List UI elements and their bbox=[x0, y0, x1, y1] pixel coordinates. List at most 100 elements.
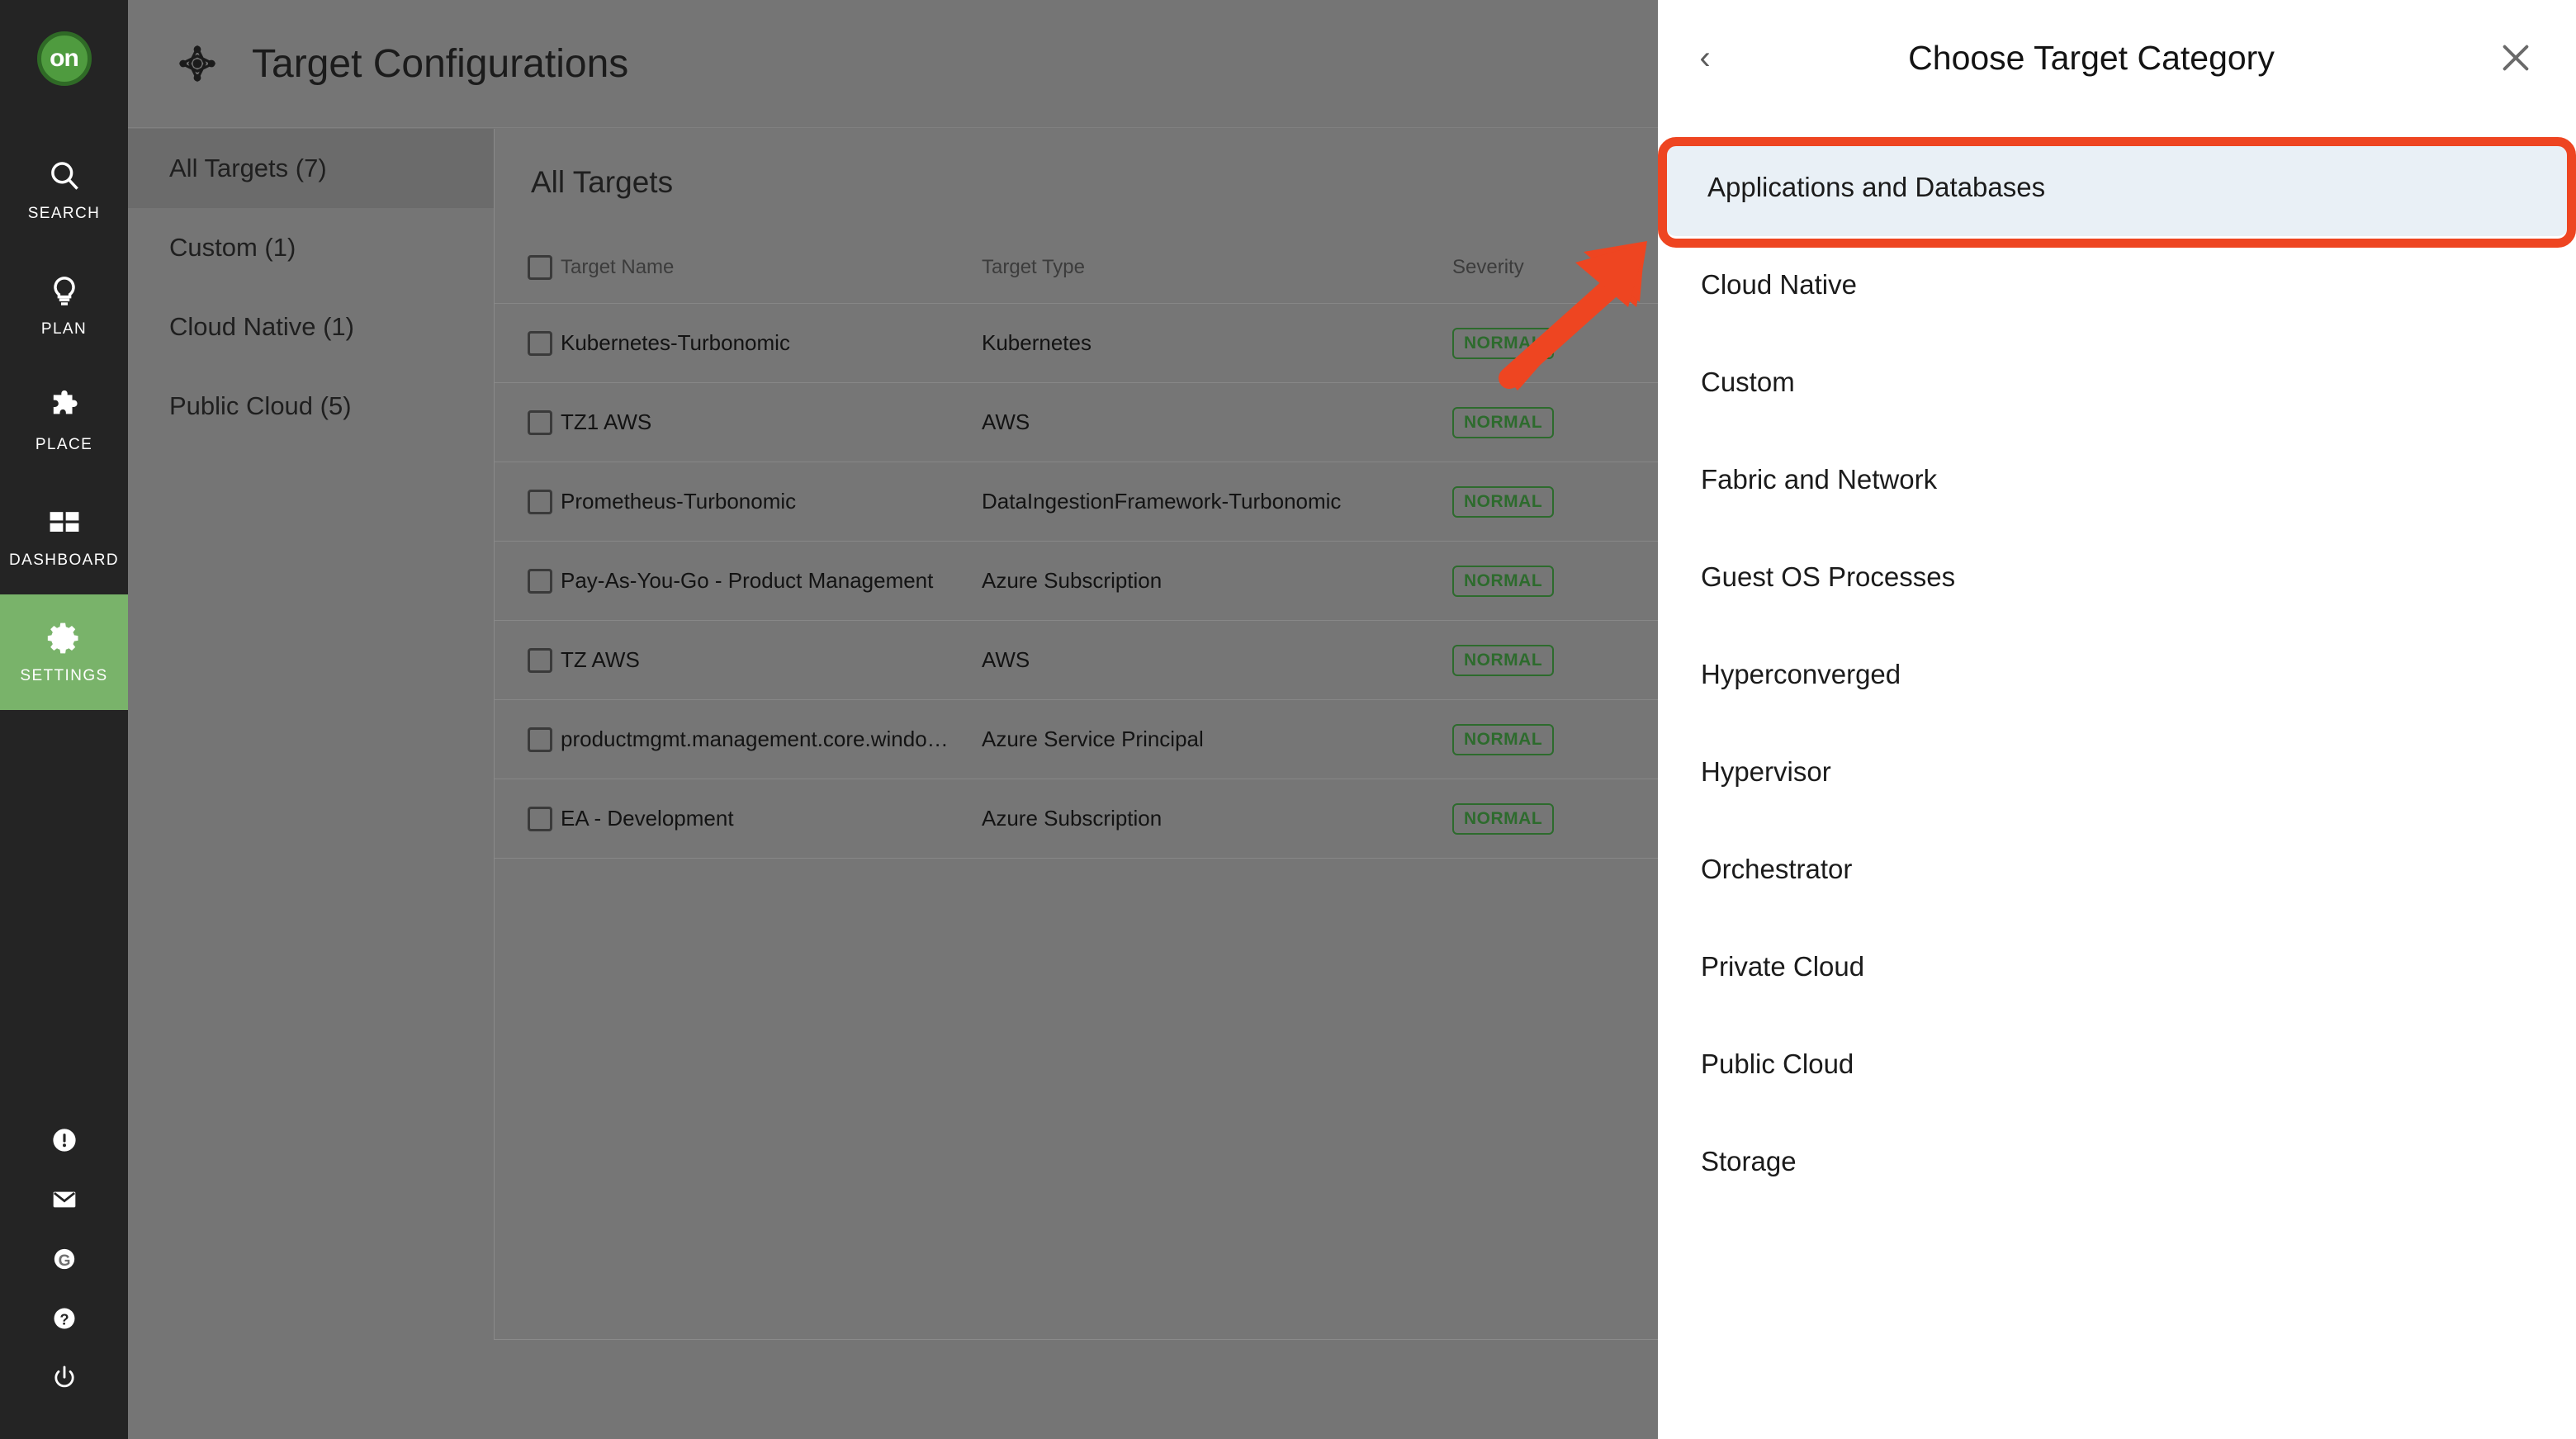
filter-item-public-cloud[interactable]: Public Cloud (5) bbox=[128, 367, 494, 446]
column-header-target-type[interactable]: Target Type bbox=[982, 256, 1452, 279]
app-logo[interactable]: on bbox=[36, 31, 92, 86]
filter-item-custom[interactable]: Custom (1) bbox=[128, 208, 494, 287]
status-badge: NORMAL bbox=[1452, 723, 1555, 755]
filter-item-cloud-native[interactable]: Cloud Native (1) bbox=[128, 287, 494, 367]
status-badge: NORMAL bbox=[1452, 565, 1555, 597]
target-filter-list: All Targets (7) Custom (1) Cloud Native … bbox=[128, 129, 494, 1439]
category-item-private-cloud[interactable]: Private Cloud bbox=[1658, 918, 2576, 1015]
table-row[interactable]: Pay-As-You-Go - Product Management Azure… bbox=[495, 542, 1658, 621]
filter-item-label: Custom (1) bbox=[169, 233, 296, 262]
table-row[interactable]: Prometheus-Turbonomic DataIngestionFrame… bbox=[495, 462, 1658, 542]
category-item-storage[interactable]: Storage bbox=[1658, 1113, 2576, 1210]
status-badge: NORMAL bbox=[1452, 802, 1555, 835]
cell-target-name: EA - Development bbox=[561, 806, 734, 831]
row-checkbox[interactable] bbox=[495, 489, 561, 514]
nav-item-search[interactable]: SEARCH bbox=[0, 132, 128, 248]
cell-target-name: TZ AWS bbox=[561, 647, 640, 672]
checkbox-box bbox=[528, 647, 552, 673]
category-item-label: Custom bbox=[1701, 367, 1795, 397]
cell-target-type: Azure Subscription bbox=[982, 806, 1163, 831]
cell-target-name: productmgmt.management.core.windo… bbox=[561, 727, 949, 751]
power-icon[interactable] bbox=[0, 1348, 128, 1408]
alert-icon[interactable] bbox=[0, 1110, 128, 1170]
checkbox-box bbox=[528, 727, 552, 752]
category-item-applications-and-databases[interactable]: Applications and Databases bbox=[1664, 139, 2569, 236]
checkbox-box bbox=[528, 806, 552, 831]
category-item-fabric-and-network[interactable]: Fabric and Network bbox=[1658, 431, 2576, 528]
choose-target-category-panel: ‹ Choose Target Category Applications an… bbox=[1658, 0, 2576, 1439]
category-item-label: Hyperconverged bbox=[1701, 659, 1901, 689]
row-checkbox[interactable] bbox=[495, 330, 561, 356]
nav-item-label: SETTINGS bbox=[20, 666, 108, 684]
row-checkbox[interactable] bbox=[495, 409, 561, 435]
nav-item-label: PLAN bbox=[40, 320, 88, 338]
svg-text:?: ? bbox=[59, 1310, 69, 1328]
category-item-public-cloud[interactable]: Public Cloud bbox=[1658, 1015, 2576, 1113]
nav-item-label: PLACE bbox=[35, 435, 93, 453]
cell-target-name: Kubernetes-Turbonomic bbox=[561, 330, 790, 355]
row-checkbox[interactable] bbox=[495, 647, 561, 673]
checkbox-box bbox=[528, 254, 552, 280]
category-item-hyperconverged[interactable]: Hyperconverged bbox=[1658, 626, 2576, 723]
target-category-list: Applications and Databases Cloud Native … bbox=[1658, 116, 2576, 1210]
cell-target-type: AWS bbox=[982, 647, 1030, 672]
table-row[interactable]: TZ1 AWS AWS NORMAL bbox=[495, 383, 1658, 462]
cell-target-name: TZ1 AWS bbox=[561, 409, 652, 434]
nav-bottom-icons: G ? bbox=[0, 1110, 128, 1439]
cell-target-type: Azure Subscription bbox=[982, 568, 1163, 593]
category-item-orchestrator[interactable]: Orchestrator bbox=[1658, 821, 2576, 918]
category-item-label: Guest OS Processes bbox=[1701, 561, 1956, 592]
search-icon bbox=[46, 158, 83, 194]
table-row[interactable]: EA - Development Azure Subscription NORM… bbox=[495, 779, 1658, 859]
chevron-left-icon[interactable]: ‹ bbox=[1686, 39, 1724, 77]
category-item-label: Applications and Databases bbox=[1707, 172, 2046, 202]
cell-target-type: Azure Service Principal bbox=[982, 727, 1204, 751]
status-badge: NORMAL bbox=[1452, 485, 1555, 518]
nav-item-place[interactable]: PLACE bbox=[0, 363, 128, 479]
cell-target-type: Kubernetes bbox=[982, 330, 1091, 355]
panel-title: Choose Target Category bbox=[1908, 38, 2275, 77]
category-item-label: Hypervisor bbox=[1701, 756, 1831, 787]
left-nav-rail: on SEARCH PLAN PLACE DASHBOARD SETTINGS … bbox=[0, 0, 128, 1439]
nav-item-plan[interactable]: PLAN bbox=[0, 248, 128, 363]
column-header-target-name[interactable]: Target Name bbox=[561, 256, 982, 279]
checkbox-box bbox=[528, 330, 552, 356]
category-item-label: Private Cloud bbox=[1701, 951, 1865, 982]
globe-icon[interactable]: G bbox=[0, 1229, 128, 1289]
row-checkbox[interactable] bbox=[495, 727, 561, 752]
checkbox-box bbox=[528, 489, 552, 514]
targets-table-panel: All Targets Target Name Target Type Seve… bbox=[494, 129, 1658, 1340]
filter-item-all-targets[interactable]: All Targets (7) bbox=[128, 129, 494, 208]
category-item-guest-os-processes[interactable]: Guest OS Processes bbox=[1658, 528, 2576, 626]
puzzle-icon bbox=[46, 389, 83, 425]
cell-target-type: AWS bbox=[982, 409, 1030, 434]
filter-item-label: All Targets (7) bbox=[169, 154, 327, 182]
checkbox-box bbox=[528, 409, 552, 435]
category-item-label: Cloud Native bbox=[1701, 269, 1857, 300]
nav-item-settings[interactable]: SETTINGS bbox=[0, 594, 128, 710]
row-checkbox[interactable] bbox=[495, 568, 561, 594]
checkbox-box bbox=[528, 568, 552, 594]
screen-root: on SEARCH PLAN PLACE DASHBOARD SETTINGS … bbox=[0, 0, 2576, 1439]
help-icon[interactable]: ? bbox=[0, 1289, 128, 1348]
select-all-checkbox[interactable] bbox=[495, 254, 561, 280]
category-item-custom[interactable]: Custom bbox=[1658, 334, 2576, 431]
table-row[interactable]: Kubernetes-Turbonomic Kubernetes NORMAL bbox=[495, 304, 1658, 383]
mail-icon[interactable] bbox=[0, 1170, 128, 1229]
row-checkbox[interactable] bbox=[495, 806, 561, 831]
close-icon[interactable] bbox=[2497, 39, 2535, 77]
dimmed-app-area: on SEARCH PLAN PLACE DASHBOARD SETTINGS … bbox=[0, 0, 1658, 1439]
nav-item-dashboard[interactable]: DASHBOARD bbox=[0, 479, 128, 594]
table-row[interactable]: TZ AWS AWS NORMAL bbox=[495, 621, 1658, 700]
column-header-severity[interactable]: Severity bbox=[1452, 256, 1658, 279]
status-badge: NORMAL bbox=[1452, 644, 1555, 676]
table-row[interactable]: productmgmt.management.core.windo… Azure… bbox=[495, 700, 1658, 779]
cell-target-type: DataIngestionFramework-Turbonomic bbox=[982, 489, 1342, 514]
target-crosshair-icon bbox=[178, 44, 217, 83]
table-header-row: Target Name Target Type Severity bbox=[495, 231, 1658, 304]
page-header: Target Configurations bbox=[128, 0, 1658, 128]
category-item-label: Storage bbox=[1701, 1146, 1797, 1176]
category-item-hypervisor[interactable]: Hypervisor bbox=[1658, 723, 2576, 821]
nav-item-label: SEARCH bbox=[27, 204, 101, 222]
category-item-cloud-native[interactable]: Cloud Native bbox=[1658, 236, 2576, 334]
